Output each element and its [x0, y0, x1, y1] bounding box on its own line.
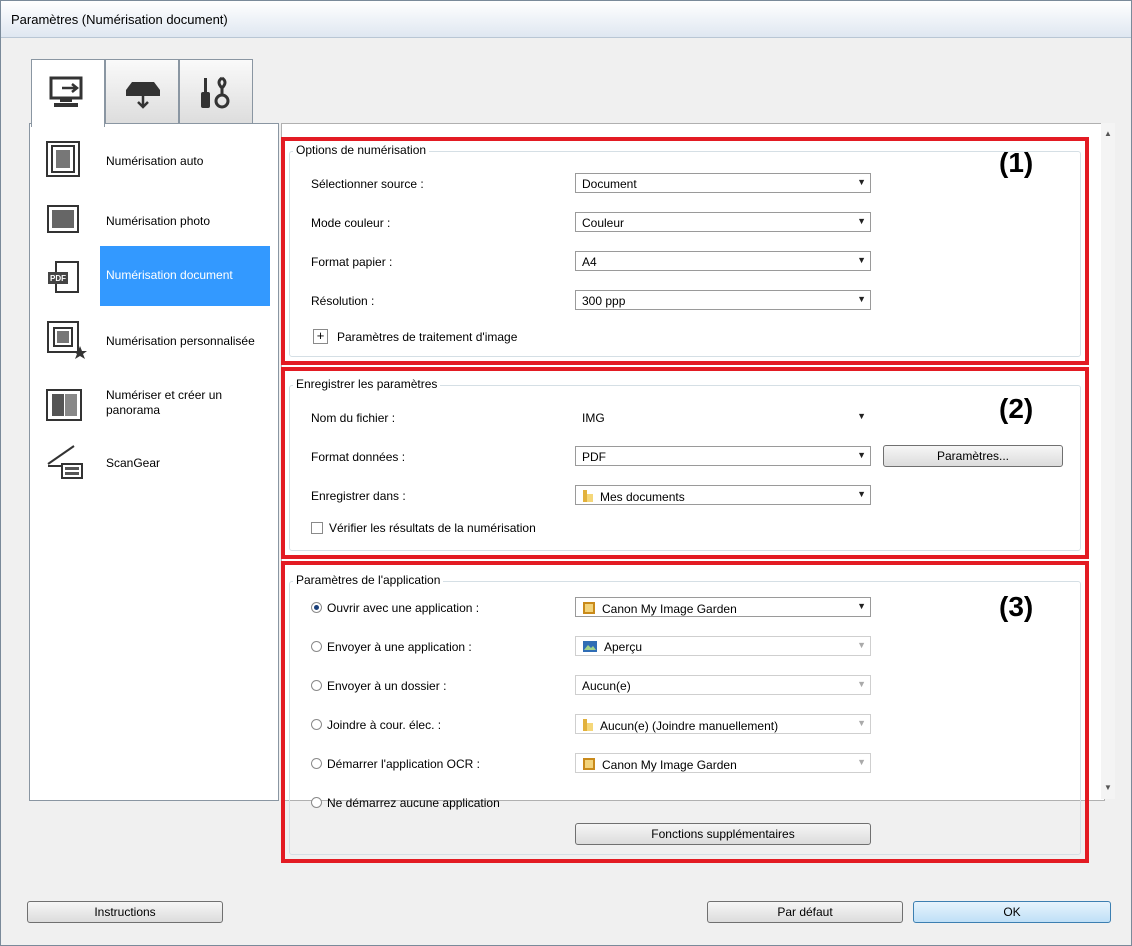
source-select[interactable]: Document ▼	[575, 173, 871, 193]
canon-image-garden-icon	[583, 758, 595, 770]
general-settings-icon	[201, 76, 230, 109]
filename-combo[interactable]: IMG ▼	[575, 407, 871, 427]
sidebar-item-label: Numériser et créer un panorama	[106, 388, 223, 417]
open-with-app-select[interactable]: Canon My Image Garden ▼	[575, 597, 871, 617]
verify-results-label: Vérifier les résultats de la numérisatio…	[329, 521, 536, 535]
chevron-down-icon: ▼	[857, 450, 866, 460]
folder-icon	[583, 490, 593, 502]
no-app-radio[interactable]	[311, 797, 322, 808]
chevron-down-icon: ▼	[857, 411, 866, 421]
app-settings-title: Paramètres de l'application	[293, 573, 444, 587]
scan-from-panel-icon	[126, 82, 160, 109]
chevron-down-icon: ▼	[857, 294, 866, 304]
chevron-down-icon: ▼	[857, 216, 866, 226]
window-title: Paramètres (Numérisation document)	[11, 12, 228, 27]
sidebar-item-label: Numérisation auto	[106, 154, 204, 168]
attach-email-label: Joindre à cour. élec. :	[327, 718, 442, 732]
ok-button[interactable]: OK	[913, 901, 1111, 923]
stitch-icon	[46, 389, 82, 421]
pdf-document-icon: PDF	[48, 261, 79, 293]
color-mode-select[interactable]: Couleur ▼	[575, 212, 871, 232]
scan-from-computer-icon	[49, 76, 83, 107]
scan-options-title: Options de numérisation	[293, 143, 430, 157]
format-settings-button[interactable]: Paramètres...	[883, 445, 1063, 467]
data-format-select[interactable]: PDF ▼	[575, 446, 871, 466]
chevron-down-icon: ▼	[857, 757, 866, 767]
send-to-app-radio[interactable]	[311, 641, 322, 652]
scan-type-list: Numérisation auto Numérisation photo PDF…	[29, 123, 279, 801]
source-label: Sélectionner source :	[311, 177, 424, 191]
sidebar-item-label: ScanGear	[106, 456, 161, 470]
chevron-down-icon: ▼	[857, 679, 866, 689]
start-ocr-radio[interactable]	[311, 758, 322, 769]
chevron-down-icon: ▼	[857, 718, 866, 728]
paper-size-label: Format papier :	[311, 255, 393, 269]
chevron-down-icon: ▼	[857, 255, 866, 265]
start-ocr-select[interactable]: Canon My Image Garden ▼	[575, 753, 871, 773]
start-ocr-label: Démarrer l'application OCR :	[327, 757, 481, 771]
save-in-label: Enregistrer dans :	[311, 489, 406, 503]
tab-scan-from-computer[interactable]	[31, 59, 105, 127]
attach-email-radio[interactable]	[311, 719, 322, 730]
instructions-button[interactable]: Instructions	[27, 901, 223, 923]
filename-label: Nom du fichier :	[311, 411, 396, 425]
settings-window: Paramètres (Numérisation document) Numér…	[0, 0, 1132, 946]
resolution-label: Résolution :	[311, 294, 375, 308]
send-to-folder-select[interactable]: Aucun(e) ▼	[575, 675, 871, 695]
callout-number-1: (1)	[999, 147, 1034, 178]
more-functions-button[interactable]: Fonctions supplémentaires	[575, 823, 871, 845]
chevron-down-icon: ▼	[857, 640, 866, 650]
color-mode-label: Mode couleur :	[311, 216, 391, 230]
defaults-button[interactable]: Par défaut	[707, 901, 903, 923]
send-to-app-select[interactable]: Aperçu ▼	[575, 636, 871, 656]
attach-email-select[interactable]: Aucun(e) (Joindre manuellement) ▼	[575, 714, 871, 734]
chevron-down-icon: ▼	[857, 489, 866, 499]
tab-general-settings[interactable]	[179, 59, 253, 125]
preview-app-icon	[583, 641, 597, 652]
vertical-scrollbar[interactable]: ▲ ▼	[1101, 123, 1115, 799]
callout-number-3: (3)	[999, 591, 1034, 622]
no-app-label: Ne démarrez aucune application	[327, 796, 500, 810]
resolution-select[interactable]: 300 ppp ▼	[575, 290, 871, 310]
svg-text:PDF: PDF	[50, 274, 66, 283]
custom-scan-icon	[47, 321, 87, 359]
image-processing-label: Paramètres de traitement d'image	[337, 330, 518, 344]
scroll-up-icon[interactable]: ▲	[1104, 129, 1112, 138]
paper-size-select[interactable]: A4 ▼	[575, 251, 871, 271]
send-to-folder-label: Envoyer à un dossier :	[327, 679, 447, 693]
save-settings-title: Enregistrer les paramètres	[293, 377, 441, 391]
scroll-down-icon[interactable]: ▼	[1104, 783, 1112, 792]
send-to-folder-radio[interactable]	[311, 680, 322, 691]
open-with-app-radio[interactable]	[311, 602, 322, 613]
sidebar-item-label: Numérisation personnalisée	[106, 334, 255, 348]
open-with-app-label: Ouvrir avec une application :	[327, 601, 480, 615]
data-format-label: Format données :	[311, 450, 406, 464]
callout-number-2: (2)	[999, 393, 1034, 424]
send-to-app-label: Envoyer à une application :	[327, 640, 472, 654]
expand-image-processing-button[interactable]: +	[313, 329, 328, 344]
verify-results-checkbox[interactable]	[311, 522, 323, 534]
save-in-select[interactable]: Mes documents ▼	[575, 485, 871, 505]
email-folder-icon	[583, 719, 593, 731]
scangear-icon	[47, 445, 83, 479]
sidebar-item-label: Numérisation document	[106, 268, 233, 282]
sidebar-item-label: Numérisation photo	[106, 214, 211, 228]
chevron-down-icon: ▼	[857, 601, 866, 611]
chevron-down-icon: ▼	[857, 177, 866, 187]
title-bar: Paramètres (Numérisation document)	[1, 1, 1131, 38]
auto-scan-icon	[46, 141, 80, 177]
tab-scan-from-panel[interactable]	[105, 59, 179, 125]
photo-scan-icon	[47, 205, 79, 233]
canon-image-garden-icon	[583, 602, 595, 614]
